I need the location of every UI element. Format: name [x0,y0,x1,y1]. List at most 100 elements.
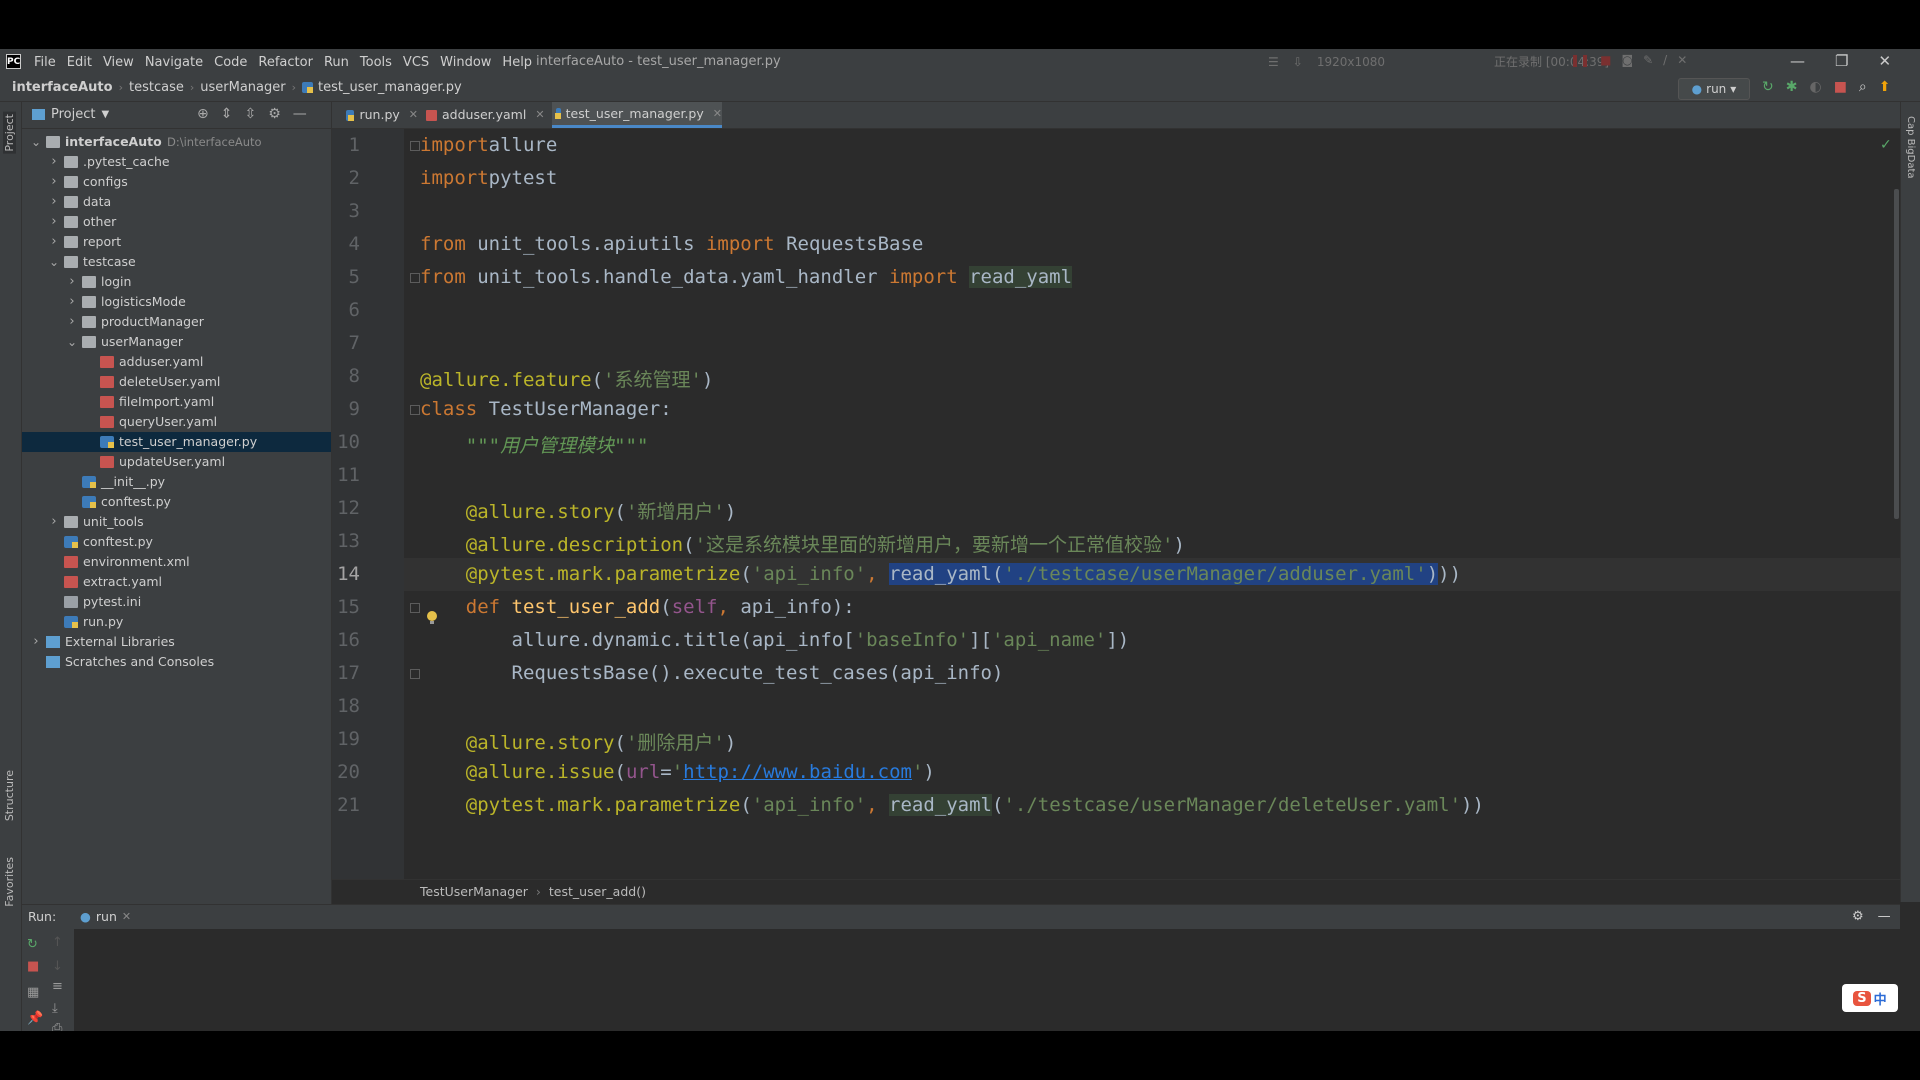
tree-item[interactable]: __init__.py [22,472,331,492]
code-editor[interactable]: 1 2 3 4 5 6 7 8 9 10 11 12 13 14 15 16 17 18 19 20 21 import… [332,129,1900,879]
tree-item[interactable]: ⌄ testcase [22,252,331,272]
fold-marker-icon[interactable] [410,141,420,151]
up-arrow-icon[interactable]: ↑ [52,935,63,950]
tree-item[interactable]: fileImport.yaml [22,392,331,412]
code-line[interactable]: importallure [420,134,557,156]
lightbulb-icon[interactable] [426,610,438,624]
tree-item[interactable]: › .pytest_cache [22,152,331,172]
tree-item[interactable]: ⌄ userManager [22,332,331,352]
tree-item[interactable]: › report [22,232,331,252]
menu-code[interactable]: Code [214,55,247,70]
coverage-icon[interactable]: ◐ [1809,79,1821,95]
tree-item[interactable]: pytest.ini [22,592,331,612]
stop-icon[interactable]: ■ [27,959,39,974]
tree-item[interactable]: test_user_manager.py [22,432,331,452]
menu-run[interactable]: Run [324,55,349,70]
fold-marker-icon[interactable] [410,405,420,415]
stop-icon[interactable]: ■ [1834,79,1847,95]
breadcrumb-item[interactable]: testcase [129,80,184,95]
code-line[interactable]: @allure.description('这是系统模块里面的新增用户，要新增一个… [420,530,1185,557]
ime-indicator[interactable]: S 中 [1842,984,1898,1012]
breadcrumb-item[interactable]: test_user_manager.py [318,80,462,95]
chevron-right-icon[interactable]: › [48,512,60,532]
menu-tools[interactable]: Tools [360,55,392,70]
camera-icon[interactable]: ◙ [1621,53,1633,67]
breadcrumb-method[interactable]: test_user_add() [549,884,646,899]
tab-run-py[interactable]: run.py ✕ [342,102,418,128]
breadcrumb-class[interactable]: TestUserManager [420,884,528,899]
editor-scrollbar[interactable] [1894,189,1899,519]
chevron-right-icon[interactable]: › [66,272,78,292]
code-line[interactable]: @allure.story('删除用户') [420,728,737,755]
tree-item[interactable]: conftest.py [22,492,331,512]
code-line[interactable]: @pytest.mark.parametrize('api_info', rea… [420,794,1484,816]
tree-item[interactable]: conftest.py [22,532,331,552]
gear-icon[interactable]: ⚙ [268,106,281,122]
menu-file[interactable]: File [34,55,56,70]
run-config-dropdown[interactable]: ● run ▾ [1678,78,1750,100]
chevron-right-icon[interactable]: › [66,312,78,332]
close-tab-icon[interactable]: ✕ [409,102,418,128]
tree-item[interactable]: › logisticsMode [22,292,331,312]
expand-all-icon[interactable]: ⇕ [221,106,233,122]
close-tab-icon[interactable]: ✕ [122,905,131,929]
tree-item[interactable]: queryUser.yaml [22,412,331,432]
menu-vcs[interactable]: VCS [403,55,429,70]
update-icon[interactable]: ⬆ [1879,79,1891,95]
project-tool-tab[interactable]: Project [3,112,16,154]
code-line[interactable]: def test_user_add(self, api_info): [420,596,855,618]
chevron-right-icon[interactable]: › [48,212,60,232]
tree-item[interactable]: Scratches and Consoles [22,652,331,672]
chevron-right-icon[interactable]: › [48,232,60,252]
tab-adduser-yaml[interactable]: adduser.yaml ✕ [422,102,548,128]
tree-item[interactable]: › data [22,192,331,212]
close-recorder-icon[interactable]: ✕ [1677,53,1687,67]
favorites-tool-tab[interactable]: Favorites [3,857,16,907]
print-icon[interactable]: ⎙ [52,1021,62,1031]
debug-icon[interactable]: ✱ [1786,79,1798,95]
collapse-all-icon[interactable]: ⇳ [244,106,256,122]
code-line[interactable]: from unit_tools.handle_data.yaml_handler… [420,266,1073,288]
menu-help[interactable]: Help [502,55,532,70]
tree-item[interactable]: extract.yaml [22,572,331,592]
tree-item[interactable]: environment.xml [22,552,331,572]
layout-icon[interactable]: ▦ [27,985,39,1000]
tab-test-user-manager-py[interactable]: test_user_manager.py ✕ [552,102,722,128]
tree-item[interactable]: › login [22,272,331,292]
tree-item[interactable]: run.py [22,612,331,632]
pause-icon[interactable]: ❚❚ [1570,53,1590,67]
chevron-right-icon[interactable]: › [66,292,78,312]
chevron-down-icon[interactable]: ⌄ [30,132,42,152]
down-arrow-icon[interactable]: ↓ [52,959,63,974]
chevron-down-icon[interactable]: ⌄ [48,252,60,272]
gear-icon[interactable]: ⚙ [1852,909,1864,924]
code-line[interactable]: RequestsBase().execute_test_cases(api_in… [420,662,1004,684]
chevron-right-icon[interactable]: › [48,172,60,192]
close-icon[interactable]: ✕ [1878,52,1891,70]
code-line[interactable]: from unit_tools.apiutils import Requests… [420,233,923,255]
code-line[interactable]: @allure.story('新增用户') [420,497,737,524]
pin-icon[interactable]: ⇩ [1293,55,1303,69]
tree-item[interactable]: ⌄ interfaceAuto D:\interfaceAuto [22,132,331,152]
close-tab-icon[interactable]: ✕ [713,101,722,127]
structure-tool-tab[interactable]: Structure [3,770,16,821]
breadcrumb-item[interactable]: interfaceAuto [12,80,113,95]
menu-edit[interactable]: Edit [67,55,92,70]
fold-marker-icon[interactable] [410,273,420,283]
stop-record-icon[interactable]: ■ [1600,53,1611,67]
code-line[interactable]: """用户管理模块""" [420,431,649,458]
restore-icon[interactable]: ❐ [1835,52,1848,70]
bigdata-tool-tab[interactable]: Cap BigData [1905,116,1916,179]
pen-icon[interactable]: ✎ [1643,53,1653,67]
inspection-ok-icon[interactable]: ✓ [1880,137,1892,153]
code-line[interactable]: importpytest [420,167,557,189]
fold-marker-icon[interactable] [410,603,420,613]
chevron-right-icon[interactable]: › [48,152,60,172]
pin-tab-icon[interactable]: 📌 [27,1011,43,1026]
soft-wrap-icon[interactable]: ≡ [52,979,63,994]
chevron-right-icon[interactable]: › [30,632,42,652]
minimize-icon[interactable]: — [1790,52,1805,70]
menu-refactor[interactable]: Refactor [258,55,313,70]
scroll-to-end-icon[interactable]: ⤓ [52,1001,58,1016]
hide-icon[interactable]: — [293,106,307,122]
